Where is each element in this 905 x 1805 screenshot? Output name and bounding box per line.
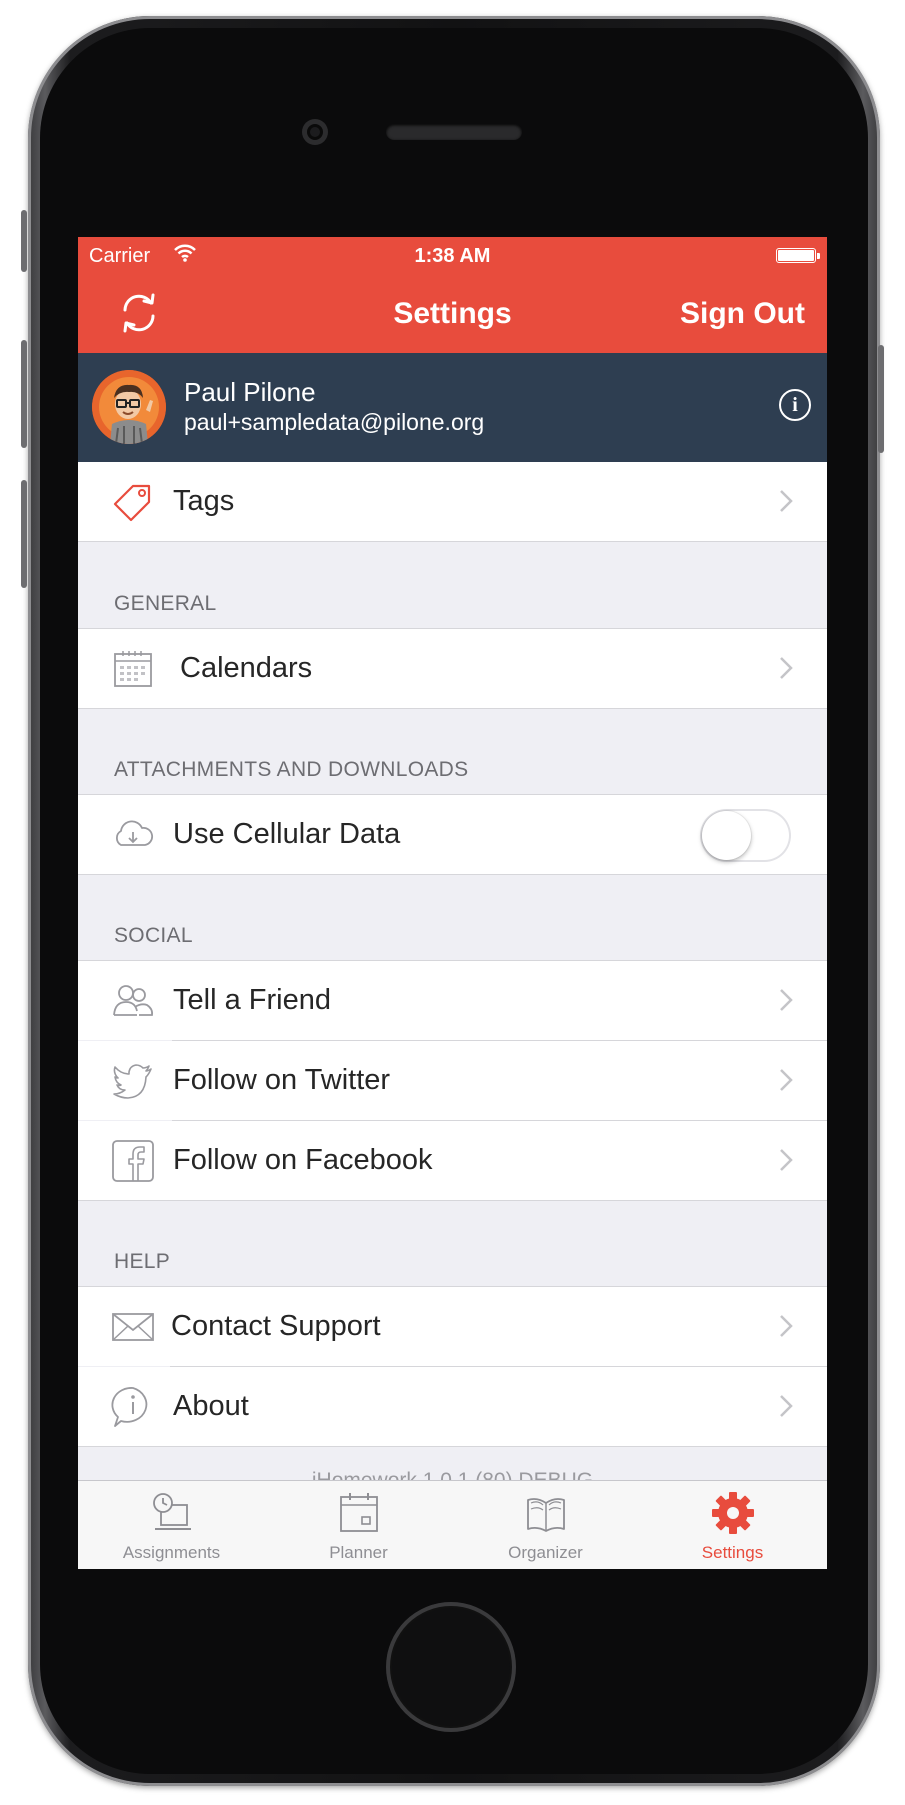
calendars-label: Calendars [180, 652, 313, 684]
navigation-bar: Settings Sign Out [78, 277, 827, 353]
section-header-social: SOCIAL [114, 924, 193, 947]
cloud-download-icon [115, 820, 153, 846]
info-bubble-icon [111, 1387, 148, 1427]
front-camera [302, 119, 328, 145]
contact-support-label: Contact Support [171, 1310, 381, 1342]
follow-twitter-row[interactable]: Follow on Twitter [78, 1041, 827, 1120]
cellular-data-toggle[interactable] [700, 809, 791, 862]
chevron-right-icon [780, 1069, 793, 1091]
divider [78, 541, 827, 542]
divider [78, 874, 827, 875]
tab-organizer[interactable]: Organizer [452, 1481, 639, 1569]
volume-up-button [21, 340, 27, 448]
organizer-icon [527, 1498, 565, 1532]
volume-down-button [21, 480, 27, 588]
facebook-icon [112, 1140, 154, 1182]
profile-header[interactable]: Paul Pilone paul+sampledata@pilone.org i [78, 353, 827, 462]
status-bar: Carrier 1:38 AM [78, 237, 827, 277]
envelope-icon [112, 1313, 154, 1341]
twitter-icon [113, 1064, 152, 1099]
gear-icon [712, 1492, 754, 1534]
tags-label: Tags [173, 485, 235, 517]
cellular-data-row: Use Cellular Data [78, 795, 827, 874]
earpiece-speaker [386, 124, 522, 140]
section-header-general: GENERAL [114, 592, 217, 615]
calendars-row[interactable]: Calendars [78, 629, 827, 708]
cellular-data-label: Use Cellular Data [173, 818, 401, 850]
planner-icon [340, 1493, 378, 1532]
chevron-right-icon [780, 989, 793, 1011]
friends-icon [113, 985, 154, 1016]
tab-label: Assignments [122, 1543, 221, 1562]
power-button [878, 345, 884, 453]
section-header-attachments: ATTACHMENTS AND DOWNLOADS [114, 758, 469, 781]
tab-label: Settings [701, 1543, 764, 1562]
chevron-right-icon [780, 490, 793, 512]
tags-row[interactable]: Tags [78, 462, 827, 541]
tab-label: Planner [329, 1543, 388, 1562]
tab-planner[interactable]: Planner [265, 1481, 452, 1569]
about-label: About [173, 1390, 249, 1422]
tab-label: Organizer [508, 1543, 583, 1562]
app-screen: Carrier 1:38 AM Settings Sign Out Paul P… [78, 237, 827, 1569]
top-bar: Carrier 1:38 AM Settings Sign Out [78, 237, 827, 353]
chevron-right-icon [780, 1395, 793, 1417]
section-header-help: HELP [114, 1250, 171, 1273]
tab-assignments[interactable]: Assignments [78, 1481, 265, 1569]
profile-name: Paul Pilone [184, 377, 316, 407]
contact-support-row[interactable]: Contact Support [78, 1287, 827, 1366]
battery-icon [776, 248, 820, 263]
info-icon[interactable]: i [779, 389, 811, 421]
tell-a-friend-label: Tell a Friend [173, 984, 331, 1016]
home-button[interactable] [386, 1602, 516, 1732]
about-row[interactable]: About [78, 1367, 827, 1446]
follow-twitter-label: Follow on Twitter [173, 1064, 391, 1096]
divider [78, 1446, 827, 1447]
chevron-right-icon [780, 1315, 793, 1337]
chevron-right-icon [780, 1149, 793, 1171]
tag-icon [113, 484, 151, 522]
status-time: 1:38 AM [414, 245, 491, 267]
tab-bar: Assignments Planner Organizer Settings [78, 1480, 827, 1569]
avatar [92, 370, 166, 444]
tell-a-friend-row[interactable]: Tell a Friend [78, 961, 827, 1040]
follow-facebook-row[interactable]: Follow on Facebook [78, 1121, 827, 1200]
avatar-image [92, 370, 166, 444]
assignments-icon [153, 1493, 191, 1530]
profile-email: paul+sampledata@pilone.org [184, 409, 485, 435]
mute-switch [21, 210, 27, 272]
tab-settings[interactable]: Settings [639, 1481, 826, 1569]
follow-facebook-label: Follow on Facebook [173, 1144, 433, 1176]
divider [78, 1200, 827, 1201]
divider [78, 708, 827, 709]
sign-out-button[interactable]: Sign Out [680, 297, 805, 331]
calendar-icon [114, 651, 152, 687]
toggle-knob [702, 811, 751, 860]
chevron-right-icon [780, 657, 793, 679]
